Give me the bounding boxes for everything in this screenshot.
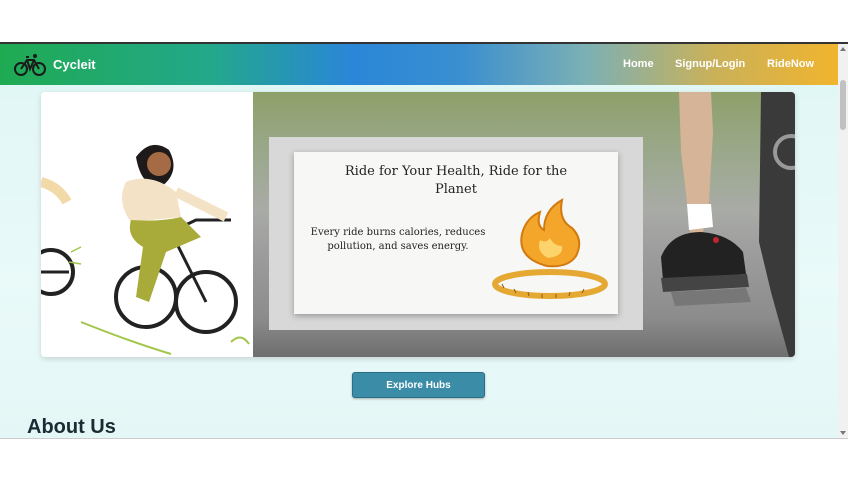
hero-carousel: Ride for Your Health, Ride for the Plane… <box>41 92 795 357</box>
hero-description: Every ride burns calories, reduces pollu… <box>310 227 486 252</box>
bicycle-icon[interactable] <box>14 52 46 77</box>
woman-cyclist-illustration <box>41 144 250 355</box>
scroll-up-arrow-icon[interactable] <box>840 47 846 51</box>
browser-top-bar <box>0 0 848 44</box>
nav-home[interactable]: Home <box>623 58 654 70</box>
hero-photo: Ride for Your Health, Ride for the Plane… <box>253 92 795 357</box>
vertical-scrollbar[interactable] <box>838 44 848 438</box>
cyclist-illustration <box>41 92 253 357</box>
brand-name[interactable]: Cycleit <box>53 57 96 72</box>
page-viewport: Cycleit Home Signup/Login RideNow Ride f… <box>0 44 848 438</box>
nav-signup-login[interactable]: Signup/Login <box>675 58 745 70</box>
scroll-thumb[interactable] <box>840 80 846 130</box>
browser-bottom-bar <box>0 438 848 480</box>
nav-ridenow[interactable]: RideNow <box>767 58 814 70</box>
navbar: Cycleit Home Signup/Login RideNow <box>0 44 838 85</box>
flame-measuring-tape-icon <box>492 198 608 299</box>
cyclist-leg-photo <box>661 92 795 357</box>
about-us-heading: About Us <box>27 416 116 438</box>
hero-slide-card: Ride for Your Health, Ride for the Plane… <box>294 152 618 314</box>
explore-hubs-button[interactable]: Explore Hubs <box>352 372 485 398</box>
scroll-down-arrow-icon[interactable] <box>840 431 846 435</box>
hero-title: Ride for Your Health, Ride for the Plane… <box>344 164 568 197</box>
